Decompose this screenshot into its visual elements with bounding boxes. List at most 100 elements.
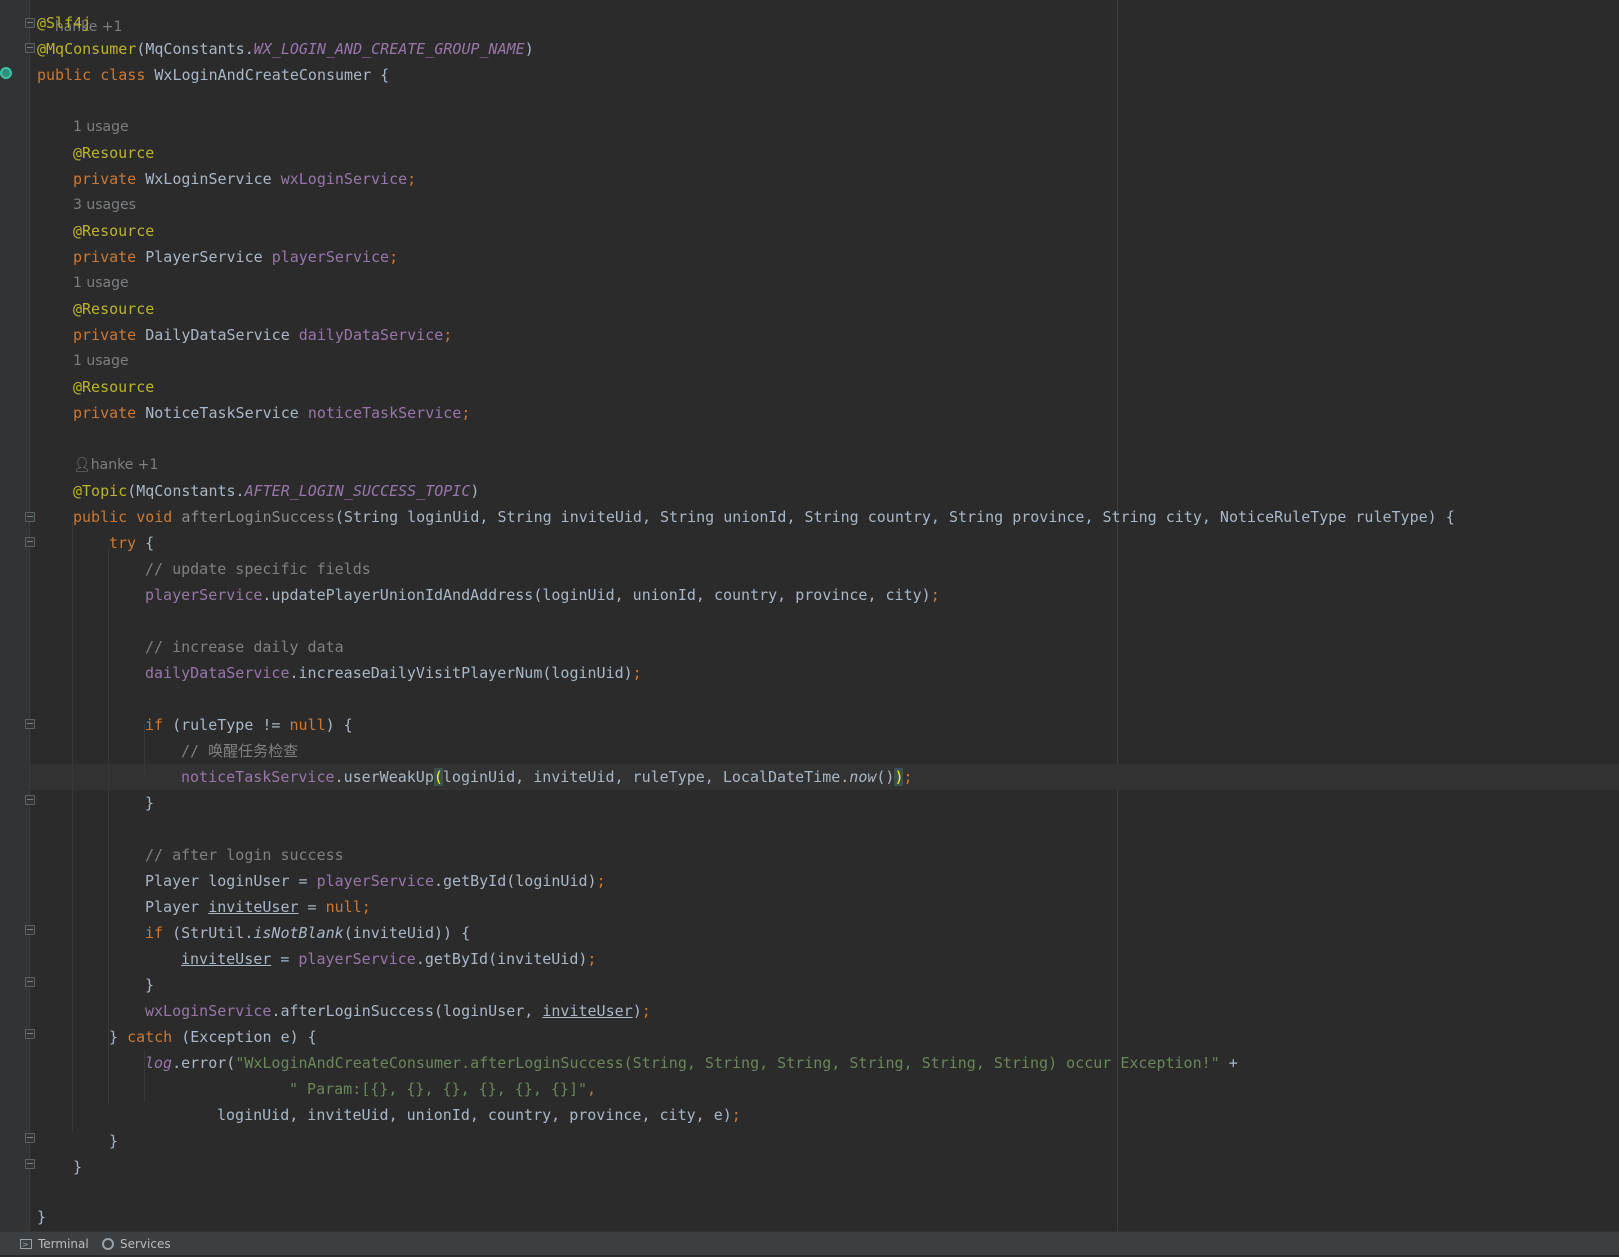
call-token: .error( — [172, 1054, 236, 1072]
fold-marker[interactable] — [25, 1133, 35, 1143]
annotation-token: @Resource — [73, 222, 155, 240]
code-line[interactable]: wxLoginService.afterLoginSuccess(loginUs… — [37, 998, 651, 1024]
args-token: loginUid, inviteUid, unionId, country, p… — [217, 1106, 732, 1124]
code-line[interactable]: playerService.updatePlayerUnionIdAndAddr… — [37, 582, 940, 608]
code-line[interactable]: Player loginUser = playerService.getById… — [37, 868, 606, 894]
author-hint[interactable]: 👤︎hanke +1 — [37, 452, 158, 478]
fold-marker[interactable] — [25, 43, 35, 53]
code-line[interactable]: private WxLoginService wxLoginService; — [37, 166, 416, 192]
code-line[interactable]: @MqConsumer(MqConstants.WX_LOGIN_AND_CRE… — [37, 36, 534, 62]
code-line[interactable]: private PlayerService playerService; — [37, 244, 398, 270]
field-token: playerService — [316, 872, 434, 890]
comment-token: // after login success — [145, 846, 344, 864]
call-token: .updatePlayerUnionIdAndAddress(loginUid,… — [262, 586, 931, 604]
run-gutter-icon[interactable] — [0, 67, 12, 79]
code-line[interactable]: " Param:[{}, {}, {}, {}, {}, {}]", — [37, 1076, 596, 1102]
code-line[interactable]: } — [37, 790, 154, 816]
code-line[interactable]: // 唤醒任务检查 — [37, 738, 298, 764]
code-line[interactable]: @Topic(MqConstants.AFTER_LOGIN_SUCCESS_T… — [37, 478, 479, 504]
field-token: dailyDataService — [145, 664, 290, 682]
code-line[interactable]: public void afterLoginSuccess(String log… — [37, 504, 1455, 530]
code-line[interactable]: log.error("WxLoginAndCreateConsumer.afte… — [37, 1050, 1238, 1076]
usage-hint-text: 1 usage — [73, 275, 129, 291]
method-call-token: userWeakUp — [343, 768, 434, 786]
code-line[interactable]: try { — [37, 530, 154, 556]
method-name-token: afterLoginSuccess — [181, 508, 335, 526]
fold-marker[interactable] — [25, 719, 35, 729]
terminal-tab[interactable]: Terminal — [20, 1232, 89, 1257]
usage-hint-text: 3 usages — [73, 197, 136, 213]
variable-token: loginUser — [208, 872, 290, 890]
fold-marker[interactable] — [25, 537, 35, 547]
right-margin-guide — [1117, 0, 1118, 1231]
variable-token: inviteUser — [181, 950, 272, 968]
code-line[interactable]: dailyDataService.increaseDailyVisitPlaye… — [37, 660, 642, 686]
code-line[interactable]: @Resource — [37, 374, 154, 400]
fold-marker[interactable] — [25, 977, 35, 987]
args-token: loginUid, inviteUid, ruleType, LocalDate… — [442, 768, 850, 786]
editor-gutter[interactable] — [0, 0, 30, 1231]
catch-param-token: (Exception e) { — [181, 1028, 317, 1046]
code-editor[interactable]: hanke +1 @Slf4j @MqConsumer(MqConstants.… — [0, 0, 1619, 1231]
code-line[interactable]: } catch (Exception e) { — [37, 1024, 317, 1050]
class-ref-token: MqConstants. — [145, 40, 254, 58]
services-tab[interactable]: Services — [102, 1232, 171, 1256]
code-line[interactable]: if (StrUtil.isNotBlank(inviteUid)) { — [37, 920, 470, 946]
code-line[interactable]: public class WxLoginAndCreateConsumer { — [37, 62, 389, 88]
usage-hint-text: 1 usage — [73, 119, 129, 135]
code-line[interactable]: loginUid, inviteUid, unionId, country, p… — [37, 1102, 741, 1128]
static-call-token: now — [849, 768, 877, 786]
code-line[interactable]: // after login success — [37, 842, 344, 868]
call-token: .increaseDailyVisitPlayerNum(loginUid) — [289, 664, 633, 682]
usage-hint[interactable]: 1 usage — [37, 270, 129, 296]
terminal-icon — [20, 1233, 32, 1257]
code-line[interactable]: if (ruleType != null) { — [37, 712, 353, 738]
call-token: .afterLoginSuccess(loginUser, — [271, 1002, 543, 1020]
usage-hint[interactable]: 1 usage — [37, 114, 129, 140]
type-token: PlayerService — [145, 248, 263, 266]
code-line[interactable]: @Slf4j — [37, 10, 91, 36]
code-line[interactable]: } — [37, 1128, 118, 1154]
author-hint-text: hanke +1 — [90, 457, 159, 473]
fold-marker[interactable] — [25, 1029, 35, 1039]
code-line[interactable]: private NoticeTaskService noticeTaskServ… — [37, 400, 470, 426]
code-line[interactable]: Player inviteUser = null; — [37, 894, 371, 920]
type-token: DailyDataService — [145, 326, 290, 344]
comment-token: // update specific fields — [145, 560, 371, 578]
method-params-token: (String loginUid, String inviteUid, Stri… — [334, 508, 1455, 526]
usage-hint[interactable]: 1 usage — [37, 348, 129, 374]
person-icon: 👤︎ — [73, 457, 91, 473]
class-ref-token: StrUtil. — [181, 924, 254, 942]
fold-marker[interactable] — [25, 925, 35, 935]
usage-hint[interactable]: 3 usages — [37, 192, 136, 218]
code-line[interactable]: private DailyDataService dailyDataServic… — [37, 322, 452, 348]
field-token: noticeTaskService — [181, 768, 335, 786]
code-line-current[interactable]: noticeTaskService.userWeakUp(loginUid, i… — [37, 764, 913, 790]
fold-marker[interactable] — [25, 512, 35, 522]
logger-token: log — [145, 1054, 173, 1072]
annotation-token: @Topic — [73, 482, 128, 500]
field-token: playerService — [145, 586, 263, 604]
matched-paren: ( — [433, 768, 443, 786]
call-token: .getById — [434, 872, 507, 890]
code-line[interactable]: } — [37, 1204, 46, 1230]
code-line[interactable]: @Resource — [37, 140, 154, 166]
code-line[interactable]: inviteUser = playerService.getById(invit… — [37, 946, 596, 972]
annotation-token: @Slf4j — [37, 14, 92, 32]
fold-marker[interactable] — [25, 1159, 35, 1169]
fold-marker[interactable] — [25, 18, 35, 28]
code-line[interactable]: // update specific fields — [37, 556, 371, 582]
comment-token: // 唤醒任务检查 — [181, 742, 299, 760]
code-line[interactable]: @Resource — [37, 296, 154, 322]
fold-marker[interactable] — [25, 795, 35, 805]
code-line[interactable]: @Resource — [37, 218, 154, 244]
field-token: wxLoginService — [280, 170, 408, 188]
type-token: WxLoginService — [145, 170, 272, 188]
code-line[interactable]: } — [37, 1154, 82, 1180]
code-line[interactable]: } — [37, 972, 154, 998]
terminal-tab-label: Terminal — [38, 1237, 89, 1251]
call-token: .getById — [415, 950, 489, 968]
field-token: dailyDataService — [298, 326, 444, 344]
code-line[interactable]: // increase daily data — [37, 634, 344, 660]
string-token: "WxLoginAndCreateConsumer.afterLoginSucc… — [235, 1054, 1220, 1072]
